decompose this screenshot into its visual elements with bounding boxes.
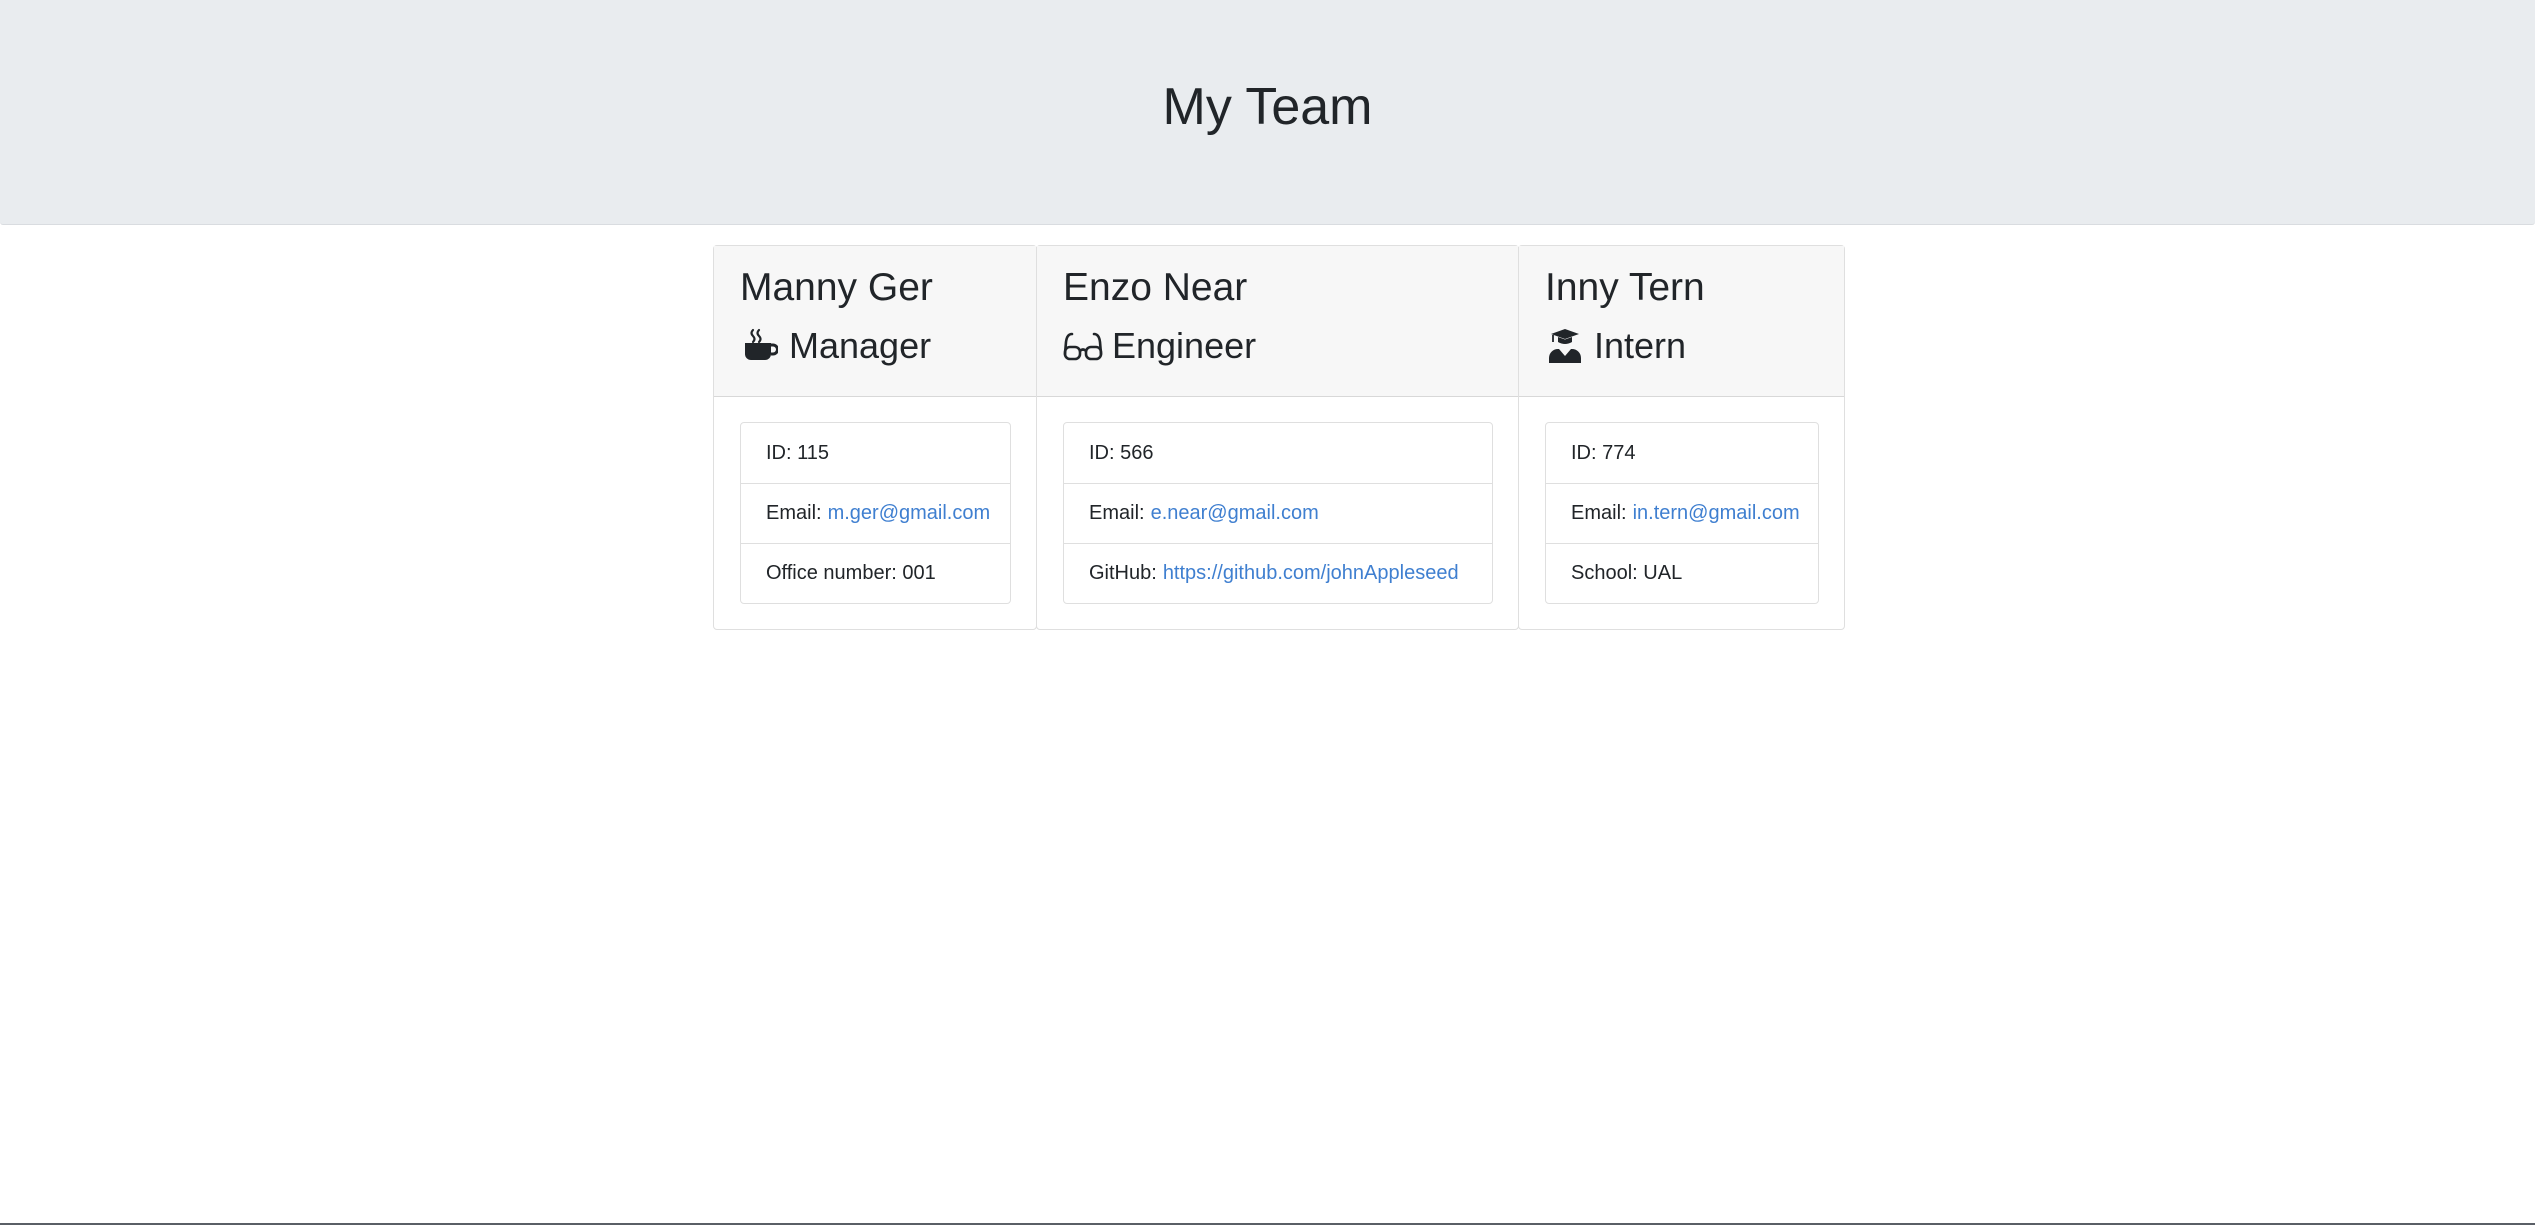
employee-card-manager: Manny Ger Manager ID: 115 Email: m.ger@g… [713, 245, 1037, 630]
employee-name: Inny Tern [1545, 266, 1705, 309]
employee-card-intern: Inny Tern Intern ID: 774 Email: in.tern@… [1518, 245, 1845, 630]
id-row: ID: 566 [1064, 423, 1492, 483]
email-link[interactable]: e.near@gmail.com [1151, 502, 1319, 525]
id-value: 774 [1602, 441, 1636, 464]
id-label: ID: [1089, 441, 1115, 464]
role-label: Manager [789, 325, 932, 366]
email-label: Email: [1089, 502, 1145, 524]
office-number-row: Office number: 001 [741, 543, 1010, 603]
email-label: Email: [766, 502, 822, 524]
info-list: ID: 774 Email: in.tern@gmail.com School:… [1545, 422, 1819, 604]
glasses-icon [1063, 326, 1103, 366]
id-label: ID: [1571, 441, 1597, 464]
employee-role: Engineer [1063, 320, 1493, 372]
card-header: Inny Tern Intern [1519, 246, 1844, 397]
id-label: ID: [766, 441, 792, 464]
email-label: Email: [1571, 502, 1627, 524]
graduate-icon [1545, 326, 1585, 366]
email-link[interactable]: in.tern@gmail.com [1633, 502, 1800, 525]
id-row: ID: 774 [1546, 423, 1818, 483]
role-label: Engineer [1112, 325, 1257, 366]
id-row: ID: 115 [741, 423, 1010, 483]
employee-role: Manager [740, 320, 1011, 372]
employee-card-engineer: Enzo Near Engineer ID: 566 Email: e.near… [1036, 245, 1519, 630]
card-body: ID: 115 Email: m.ger@gmail.com Office nu… [714, 397, 1036, 629]
office-number-value: 001 [902, 562, 936, 584]
github-row: GitHub: https://github.com/johnAppleseed [1064, 543, 1492, 603]
school-row: School: UAL [1546, 543, 1818, 603]
email-row: Email: e.near@gmail.com [1064, 483, 1492, 543]
email-row: Email: in.tern@gmail.com [1546, 483, 1818, 543]
office-number-label: Office number: [766, 562, 897, 584]
employee-name: Enzo Near [1063, 266, 1248, 309]
card-header: Enzo Near Engineer [1037, 246, 1518, 397]
info-list: ID: 115 Email: m.ger@gmail.com Office nu… [740, 422, 1011, 604]
id-value: 566 [1120, 441, 1154, 464]
page-header: My Team [0, 0, 2535, 225]
email-row: Email: m.ger@gmail.com [741, 483, 1010, 543]
github-link[interactable]: https://github.com/johnAppleseed [1163, 562, 1459, 585]
card-body: ID: 774 Email: in.tern@gmail.com School:… [1519, 397, 1844, 629]
role-label: Intern [1594, 325, 1687, 366]
employee-role: Intern [1545, 320, 1819, 372]
id-value: 115 [797, 441, 830, 464]
coffee-icon [740, 326, 780, 366]
team-cards: Manny Ger Manager ID: 115 Email: m.ger@g… [713, 245, 1845, 630]
school-value: UAL [1643, 562, 1683, 584]
card-body: ID: 566 Email: e.near@gmail.com GitHub: … [1037, 397, 1518, 629]
employee-name: Manny Ger [740, 266, 933, 309]
school-label: School: [1571, 562, 1638, 584]
info-list: ID: 566 Email: e.near@gmail.com GitHub: … [1063, 422, 1493, 604]
card-header: Manny Ger Manager [714, 246, 1036, 397]
github-label: GitHub: [1089, 562, 1157, 584]
page-title: My Team [1162, 78, 1373, 136]
email-link[interactable]: m.ger@gmail.com [828, 502, 991, 525]
